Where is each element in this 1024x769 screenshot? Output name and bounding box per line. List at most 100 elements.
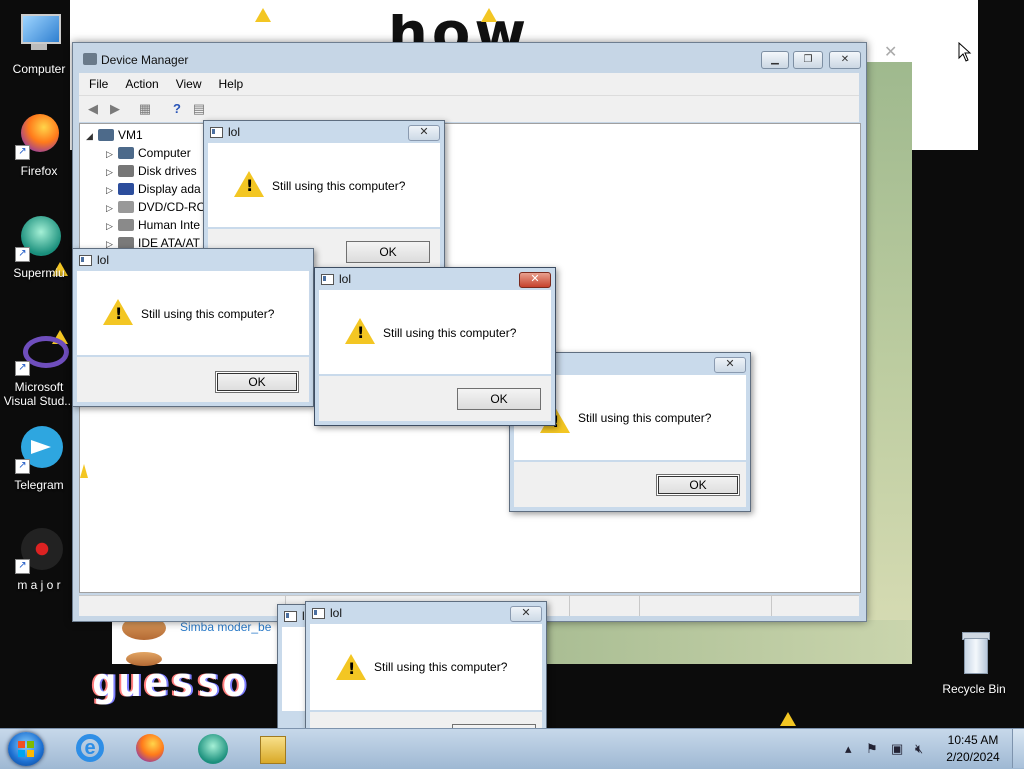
dialog-message: Still using this computer? (141, 307, 275, 321)
forward-arrow-icon[interactable]: ▶ (107, 101, 123, 117)
warning-icon (336, 654, 366, 680)
network-icon[interactable]: ▣ (891, 741, 903, 757)
computer-icon (15, 10, 63, 58)
explorer-icon (260, 736, 286, 764)
firefox-icon: ↗ (15, 112, 63, 160)
taskbar-explorer[interactable] (250, 730, 294, 766)
dialog-body: Still using this computer? (208, 143, 440, 227)
action-center-flag-icon[interactable]: ⚑ (866, 741, 878, 757)
recycle-bin-icon (950, 630, 998, 678)
menu-file[interactable]: File (79, 73, 115, 91)
menu-bar: File Action View Help (79, 73, 859, 95)
menu-view[interactable]: View (166, 73, 209, 91)
dialog-title: lol (97, 253, 110, 267)
close-button[interactable]: ✕ (408, 125, 440, 141)
tree-item-computer[interactable]: ▷ Computer (106, 144, 191, 162)
minimize-button[interactable]: ▁ (761, 51, 789, 69)
warning-icon (103, 299, 133, 325)
window-icon (284, 611, 297, 622)
close-button[interactable]: ✕ (510, 606, 542, 622)
properties-icon[interactable]: ▤ (191, 101, 207, 117)
computer-node-icon (98, 129, 114, 141)
close-button[interactable]: ✕ (714, 357, 746, 373)
glitch-text: guesso (92, 660, 249, 706)
dvd-drive-icon (118, 201, 134, 213)
close-button[interactable]: ✕ (829, 51, 861, 69)
ok-button[interactable]: OK (656, 474, 740, 496)
desktop-icon-recycle-bin[interactable]: Recycle Bin (938, 630, 1010, 696)
expand-arrow-icon[interactable]: ▷ (106, 217, 118, 235)
dialog-title: lol (339, 272, 352, 286)
help-icon[interactable]: ? (169, 101, 185, 117)
taskbar-supermium[interactable] (190, 730, 234, 766)
dialog-message: Still using this computer? (272, 179, 406, 193)
background-close-icon[interactable]: ✕ (884, 42, 897, 62)
dialog-title: lol (228, 125, 241, 139)
message-dialog-active: lol ✕ Still using this computer? OK (314, 267, 556, 426)
ok-button[interactable]: OK (346, 241, 430, 263)
window-icon (210, 127, 223, 138)
back-arrow-icon[interactable]: ◀ (85, 101, 101, 117)
tree-item-root[interactable]: ◢ VM1 (86, 126, 143, 144)
expand-arrow-icon[interactable]: ▷ (106, 145, 118, 163)
clock-date: 2/20/2024 (946, 750, 1000, 764)
desktop-icon-label: Microsoft Visual Stud... (3, 380, 75, 408)
desktop-icon-major[interactable]: ↗ m a j o r (3, 526, 75, 592)
collapse-arrow-icon[interactable]: ◢ (86, 127, 98, 145)
taskbar-internet-explorer[interactable]: e (68, 730, 112, 766)
background-telegram-wallpaper-bottom (540, 620, 912, 664)
telegram-icon: ↗ (15, 426, 63, 474)
dialog-footer: OK (77, 357, 309, 402)
volume-muted-icon[interactable]: 🔇︎ (915, 741, 923, 757)
taskbar-firefox[interactable] (128, 730, 172, 766)
window-icon (79, 255, 92, 266)
desktop-icon-computer[interactable]: Computer (3, 10, 75, 76)
tree-item-human-interface[interactable]: ▷ Human Inte (106, 216, 200, 234)
warning-icon (345, 318, 375, 344)
show-hide-tree-icon[interactable]: ▦ (137, 101, 153, 117)
title-bar[interactable]: Device Manager ▁ ❐ ✕ (73, 43, 866, 71)
clock[interactable]: 10:45 AM 2/20/2024 (938, 732, 1008, 766)
start-button[interactable] (8, 732, 44, 766)
tree-item-dvd-cdrom[interactable]: ▷ DVD/CD-RO (106, 198, 206, 216)
supermium-icon: ↗ (15, 214, 63, 262)
expand-arrow-icon[interactable]: ▷ (106, 181, 118, 199)
ok-button[interactable]: OK (457, 388, 541, 410)
desktop-icon-label: Recycle Bin (942, 682, 1006, 696)
device-manager-icon (83, 53, 97, 65)
close-button[interactable]: ✕ (519, 272, 551, 288)
dialog-body: Still using this computer? (310, 624, 542, 710)
dialog-message: Still using this computer? (578, 411, 712, 425)
tree-item-disk-drives[interactable]: ▷ Disk drives (106, 162, 197, 180)
dialog-message: Still using this computer? (383, 326, 517, 340)
mouse-cursor-icon (958, 42, 972, 62)
show-hidden-icons-icon[interactable]: ▴ (845, 741, 852, 757)
warning-icon (80, 464, 88, 478)
major-icon: ↗ (15, 526, 63, 574)
desktop-icon-visual-studio[interactable]: ↗ Microsoft Visual Stud... (3, 328, 75, 408)
expand-arrow-icon[interactable]: ▷ (106, 163, 118, 181)
warning-icon (780, 712, 796, 726)
desktop-icon-label: Firefox (20, 164, 58, 178)
maximize-button[interactable]: ❐ (793, 51, 823, 69)
show-desktop-button[interactable] (1012, 729, 1024, 768)
supermium-icon (198, 734, 228, 764)
dialog-body: Still using this computer? (77, 271, 309, 355)
computer-icon (118, 147, 134, 159)
desktop-icon-label: Computer (12, 62, 66, 76)
chat-name: Simba moder_be (180, 620, 272, 634)
warning-icon (255, 8, 271, 22)
desktop-icon-label: m a j o r (17, 578, 61, 592)
hid-icon (118, 219, 134, 231)
firefox-icon (136, 734, 164, 762)
expand-arrow-icon[interactable]: ▷ (106, 199, 118, 217)
menu-help[interactable]: Help (209, 73, 251, 91)
background-heading: how (388, 14, 530, 42)
desktop-icon-firefox[interactable]: ↗ Firefox (3, 112, 75, 178)
ok-button[interactable]: OK (215, 371, 299, 393)
dialog-footer: OK (319, 376, 551, 421)
desktop-icon-telegram[interactable]: ↗ Telegram (3, 426, 75, 492)
menu-action[interactable]: Action (115, 73, 165, 91)
tree-item-display-adapters[interactable]: ▷ Display ada (106, 180, 201, 198)
desktop-icon-supermium[interactable]: ↗ Supermiu (3, 214, 75, 280)
